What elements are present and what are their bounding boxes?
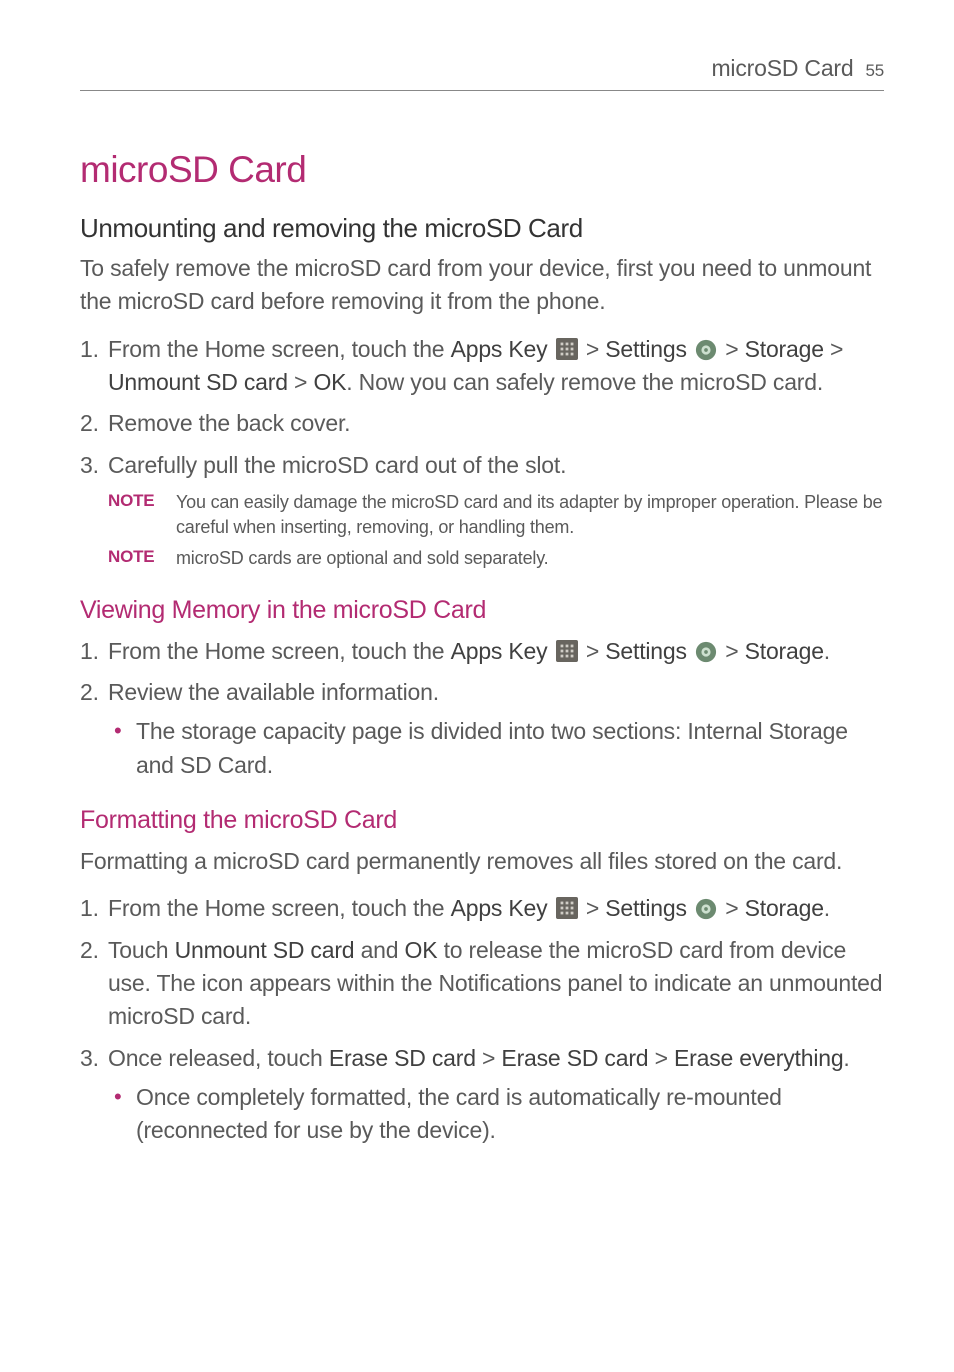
apps-key-label: Apps Key xyxy=(451,336,548,362)
text: Once released, touch xyxy=(108,1045,329,1071)
storage-label: Storage xyxy=(745,638,824,664)
section2-step2: Review the available information. The st… xyxy=(80,676,884,782)
page-title: microSD Card xyxy=(80,149,884,191)
section3-intro: Formatting a microSD card permanently re… xyxy=(80,845,884,878)
text: . xyxy=(843,1045,849,1071)
section1-heading: Unmounting and removing the microSD Card xyxy=(80,213,884,244)
note-label: NOTE xyxy=(108,546,176,571)
section3-step3: Once released, touch Erase SD card > Era… xyxy=(80,1042,884,1148)
text: . xyxy=(824,895,830,921)
bullet-list: Once completely formatted, the card is a… xyxy=(108,1081,884,1148)
settings-icon xyxy=(695,898,717,920)
text: > xyxy=(586,336,605,362)
apps-key-icon xyxy=(556,338,578,360)
note-label: NOTE xyxy=(108,490,176,540)
storage-label: Storage xyxy=(745,895,824,921)
bullet-list: The storage capacity page is divided int… xyxy=(108,715,884,782)
erase-label: Erase SD card xyxy=(501,1045,648,1071)
text: Touch xyxy=(108,937,175,963)
section3-step1: From the Home screen, touch the Apps Key… xyxy=(80,892,884,925)
text: > xyxy=(586,895,605,921)
text: > xyxy=(586,638,605,664)
erase-label: Erase SD card xyxy=(329,1045,476,1071)
note-row-2: NOTE microSD cards are optional and sold… xyxy=(80,546,884,571)
apps-key-icon xyxy=(556,640,578,662)
storage-label: Storage xyxy=(745,336,824,362)
ok-label: OK xyxy=(405,937,438,963)
text: . xyxy=(824,638,830,664)
note-text: You can easily damage the microSD card a… xyxy=(176,490,884,540)
text: From the Home screen, touch the xyxy=(108,638,451,664)
section3-heading: Formatting the microSD Card xyxy=(80,806,884,835)
section2-steps: From the Home screen, touch the Apps Key… xyxy=(80,635,884,782)
text: and xyxy=(354,937,404,963)
text: > xyxy=(648,1045,674,1071)
bullet-item: Once completely formatted, the card is a… xyxy=(108,1081,884,1148)
settings-icon xyxy=(695,339,717,361)
unmount-label: Unmount SD card xyxy=(175,937,355,963)
note-text: microSD cards are optional and sold sepa… xyxy=(176,546,884,571)
text: . Now you can safely remove the microSD … xyxy=(346,369,823,395)
settings-label: Settings xyxy=(605,336,687,362)
text: > xyxy=(476,1045,502,1071)
text: > xyxy=(288,369,314,395)
ok-label: OK xyxy=(313,369,346,395)
erase-everything-label: Erase everything xyxy=(674,1045,843,1071)
note-row-1: NOTE You can easily damage the microSD c… xyxy=(80,490,884,540)
settings-label: Settings xyxy=(605,638,687,664)
section1-step1: From the Home screen, touch the Apps Key… xyxy=(80,333,884,400)
settings-label: Settings xyxy=(605,895,687,921)
page-header: microSD Card 55 xyxy=(80,55,884,91)
bullet-item: The storage capacity page is divided int… xyxy=(108,715,884,782)
text: Review the available information. xyxy=(108,679,439,705)
section1-step2: Remove the back cover. xyxy=(80,407,884,440)
section2-heading: Viewing Memory in the microSD Card xyxy=(80,596,884,625)
header-page-number: 55 xyxy=(865,61,884,81)
text: From the Home screen, touch the xyxy=(108,895,451,921)
section1-step3: Carefully pull the microSD card out of t… xyxy=(80,449,884,482)
section1-steps: From the Home screen, touch the Apps Key… xyxy=(80,333,884,482)
unmount-label: Unmount SD card xyxy=(108,369,288,395)
section3-step2: Touch Unmount SD card and OK to release … xyxy=(80,934,884,1034)
apps-key-icon xyxy=(556,897,578,919)
text: > xyxy=(824,336,843,362)
settings-icon xyxy=(695,641,717,663)
apps-key-label: Apps Key xyxy=(451,638,548,664)
section2-step1: From the Home screen, touch the Apps Key… xyxy=(80,635,884,668)
section3-steps: From the Home screen, touch the Apps Key… xyxy=(80,892,884,1147)
text: > xyxy=(725,638,744,664)
header-title: microSD Card xyxy=(711,55,853,82)
section1-intro: To safely remove the microSD card from y… xyxy=(80,252,884,319)
text: From the Home screen, touch the xyxy=(108,336,451,362)
text: > xyxy=(725,895,744,921)
text: > xyxy=(725,336,744,362)
apps-key-label: Apps Key xyxy=(451,895,548,921)
